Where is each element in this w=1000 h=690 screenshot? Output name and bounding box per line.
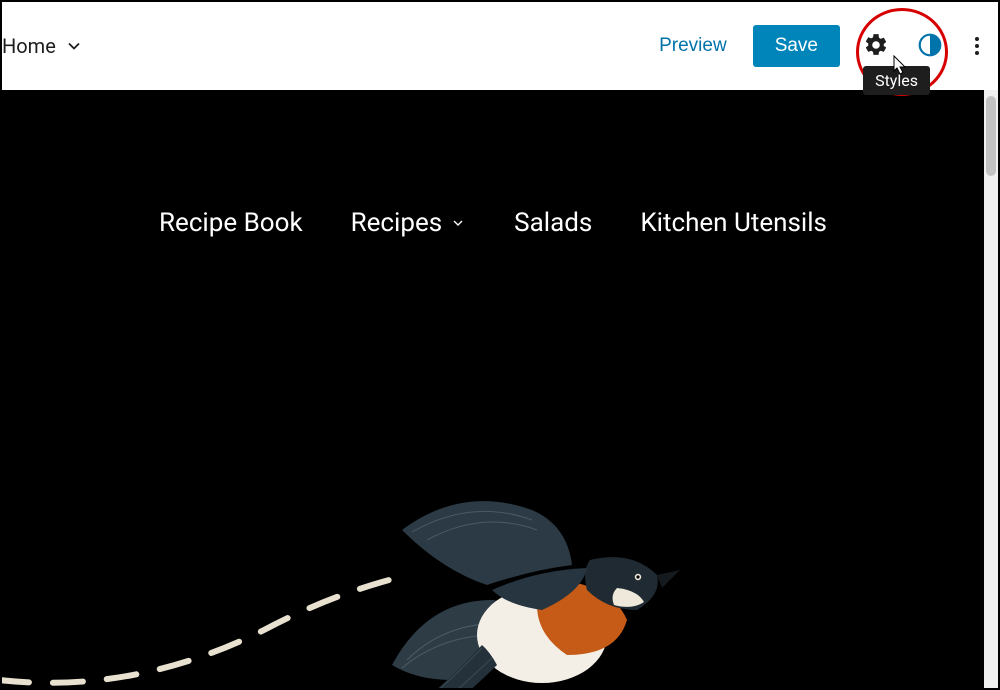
gear-icon [863,32,889,61]
template-selector[interactable]: Home [2,34,84,58]
vertical-scrollbar[interactable] [984,90,998,688]
more-options-button[interactable] [966,28,988,64]
styles-button[interactable] [912,28,948,64]
template-label: Home [2,34,56,58]
editor-topbar: Home Preview Save [2,2,998,90]
nav-item-label: Salads [514,208,592,238]
nav-item-recipes[interactable]: Recipes [351,208,467,238]
settings-button[interactable] [858,28,894,64]
scrollbar-thumb[interactable] [986,96,996,176]
site-navigation: Recipe Book Recipes Salads Kitchen Utens… [2,208,984,238]
dashed-trail-decoration [2,560,414,688]
nav-item-salads[interactable]: Salads [514,208,592,238]
nav-item-label: Recipe Book [159,208,303,238]
chevron-down-icon [64,36,84,56]
nav-item-recipe-book[interactable]: Recipe Book [159,208,303,238]
more-vertical-icon [966,34,988,58]
nav-item-kitchen-utensils[interactable]: Kitchen Utensils [640,208,827,238]
topbar-actions: Preview Save [651,25,988,67]
save-button[interactable]: Save [753,25,840,67]
nav-item-label: Recipes [351,208,443,238]
nav-item-label: Kitchen Utensils [640,208,827,238]
chevron-down-icon [450,208,466,238]
preview-button[interactable]: Preview [651,29,735,63]
contrast-icon [917,32,943,61]
editor-canvas[interactable]: Recipe Book Recipes Salads Kitchen Utens… [2,90,984,688]
